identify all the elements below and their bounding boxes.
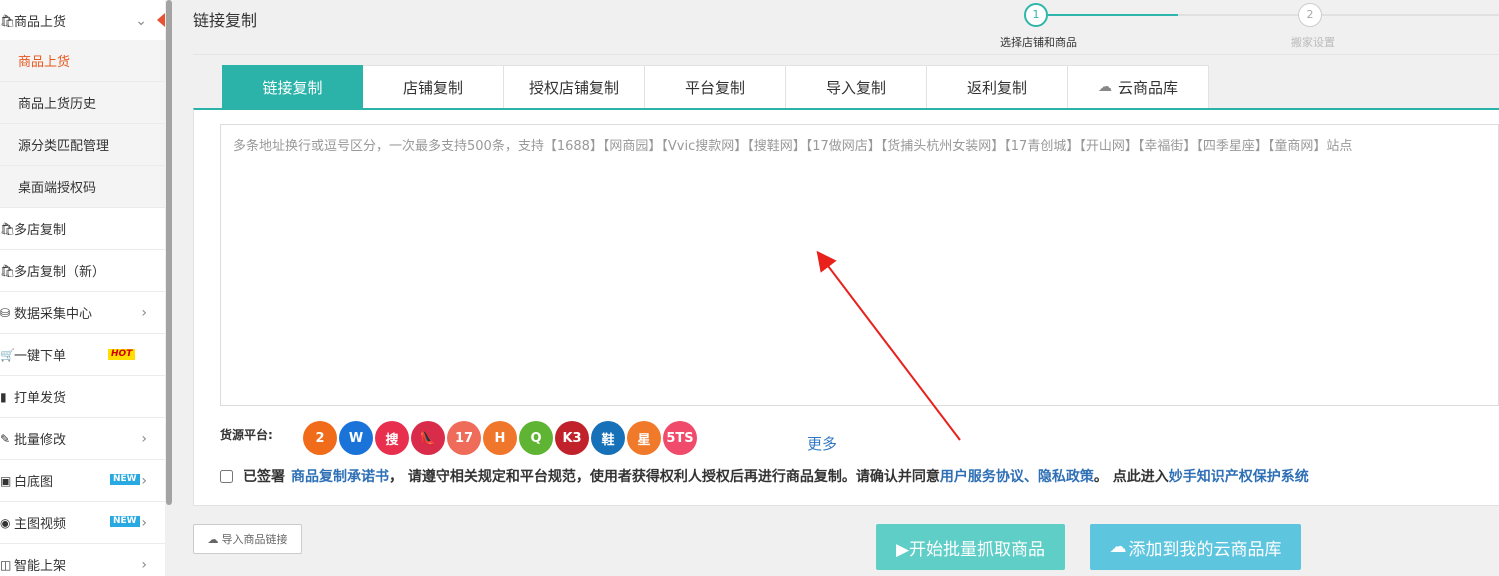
sidebar-item-one-click-order[interactable]: 🛒 一键下单 HOT [0, 334, 165, 376]
chevron-right-icon: › [141, 514, 147, 531]
play-icon: ◉ [0, 515, 11, 530]
agreement-separator: 、 [1023, 469, 1038, 485]
privacy-policy-link[interactable]: 隐私政策 [1038, 466, 1094, 486]
sidebar-item-print-ship[interactable]: ▮ 打单发货 [0, 376, 165, 418]
source-platform-label: 货源平台: [220, 428, 273, 442]
import-links-label: 导入商品链接 [221, 533, 288, 546]
sidebar-subitem-upload[interactable]: 商品上货 [0, 40, 165, 82]
barcode-icon: ▮ [0, 389, 7, 404]
sidebar-item-batch-edit[interactable]: ✎ 批量修改 › [0, 418, 165, 460]
sidebar-item-data-center[interactable]: ⛁ 数据采集中心 › [0, 292, 165, 334]
chevron-down-icon: ⌄ [135, 12, 147, 29]
active-marker [157, 13, 165, 27]
page-title: 链接复制 [193, 11, 258, 30]
source-logo-6[interactable]: Q [519, 421, 553, 455]
chevron-right-icon: › [141, 430, 147, 447]
tab-cloud-library-label: 云商品库 [1117, 78, 1178, 97]
step-2-label: 搬家设置 [1291, 36, 1335, 49]
step-2-circle: 2 [1298, 3, 1322, 27]
agreement-text-1: 已签署 [243, 469, 285, 485]
agreement-text-3: 。 点此进入 [1093, 469, 1169, 485]
source-logo-5[interactable]: H [483, 421, 517, 455]
sidebar-subitem-desktop-auth[interactable]: 桌面端授权码 [0, 166, 165, 208]
user-agreement-link[interactable]: 用户服务协议 [940, 466, 1024, 486]
edit-icon: ✎ [0, 431, 11, 446]
hot-badge: HOT [108, 349, 136, 360]
source-logo-4[interactable]: 17 [447, 421, 481, 455]
step-line-inactive [1322, 14, 1499, 16]
chevron-right-icon: › [141, 304, 147, 321]
source-logo-8[interactable]: 鞋 [591, 421, 625, 455]
tab-import-copy[interactable]: 导入复制 [786, 65, 927, 109]
tab-cloud-library[interactable]: ☁ 云商品库 [1068, 65, 1209, 109]
agreement-checkbox[interactable] [220, 469, 233, 483]
tab-shop-copy[interactable]: 店铺复制 [363, 65, 504, 109]
chevron-right-icon: › [141, 472, 147, 489]
sidebar-item-white-bg[interactable]: ▣ 白底图 NEW › [0, 460, 165, 502]
tab-platform-copy[interactable]: 平台复制 [645, 65, 786, 109]
start-batch-fetch-button[interactable]: ▶开始批量抓取商品 [876, 524, 1065, 570]
step-1-circle: 1 [1024, 3, 1048, 27]
image-icon: ▣ [0, 473, 12, 488]
agreement-text-2: ， 请遵守相关规定和平台规范，使用者获得权利人授权后再进行商品复制。请确认并同意 [389, 469, 940, 485]
copy-mode-tabs: 链接复制 店铺复制 授权店铺复制 平台复制 导入复制 返利复制 ☁ 云商品库 [222, 65, 1209, 109]
ip-protection-link[interactable]: 妙手知识产权保护系统 [1169, 466, 1309, 486]
source-logo-0[interactable]: 2 [303, 421, 337, 455]
sidebar-item-multi-shop-new[interactable]: 🛍 多店复制（新） [0, 250, 165, 292]
new-badge: NEW [110, 474, 140, 485]
source-logo-10[interactable]: 5TS [663, 421, 697, 455]
cloud-icon: ☁ [1097, 79, 1112, 95]
new-badge: NEW [110, 516, 140, 527]
cart-icon: 🛒 [0, 347, 15, 362]
tab-rebate-copy[interactable]: 返利复制 [927, 65, 1068, 109]
agreement-row: 已签署 商品复制承诺书 ， 请遵守相关规定和平台规范，使用者获得权利人授权后再进… [220, 466, 1309, 486]
cloud-upload-icon: ☁ [207, 532, 219, 546]
bag-icon: 🛍 [0, 263, 16, 278]
step-line-active [1048, 14, 1178, 16]
source-logo-7[interactable]: K3 [555, 421, 589, 455]
more-sources-link[interactable]: 更多 [807, 433, 837, 454]
bag-icon: 🛍 [0, 221, 16, 236]
tab-link-copy[interactable]: 链接复制 [222, 65, 363, 109]
link-input-textarea[interactable] [220, 124, 1499, 406]
source-logo-1[interactable]: W [339, 421, 373, 455]
header-divider [193, 54, 1499, 55]
step-line-inactive [1178, 14, 1299, 16]
sidebar-item-multi-shop[interactable]: 🛍 多店复制 [0, 208, 165, 250]
database-icon: ⛁ [0, 305, 11, 320]
step-1-label: 选择店铺和商品 [1000, 36, 1077, 49]
source-logo-2[interactable]: 搜 [375, 421, 409, 455]
source-logo-3[interactable]: 👠 [411, 421, 445, 455]
sidebar-subitem-upload-history[interactable]: 商品上货历史 [0, 82, 165, 124]
commitment-link[interactable]: 商品复制承诺书 [291, 466, 389, 486]
sidebar-item-shangpin-shanghuo[interactable]: 🛍 商品上货 ⌄ [0, 0, 165, 42]
cloud-upload-icon: ☁ [1109, 537, 1127, 557]
sidebar-scrollbar-thumb[interactable] [166, 0, 172, 505]
sidebar-item-main-video[interactable]: ◉ 主图视频 NEW › [0, 502, 165, 544]
chevron-right-icon: › [141, 556, 147, 573]
shelf-icon: ◫ [0, 557, 12, 572]
source-logo-9[interactable]: 星 [627, 421, 661, 455]
add-to-cloud-label: 添加到我的云商品库 [1128, 539, 1282, 560]
sidebar-item-smart-shelf[interactable]: ◫ 智能上架 › [0, 544, 165, 576]
sidebar: 🛍 商品上货 ⌄ 商品上货 商品上货历史 源分类匹配管理 桌面端授权码 🛍 多店… [0, 0, 165, 576]
sidebar-scrollbar[interactable] [165, 0, 173, 576]
sidebar-subitem-category-mapping[interactable]: 源分类匹配管理 [0, 124, 165, 166]
tab-authorized-shop-copy[interactable]: 授权店铺复制 [504, 65, 645, 109]
bag-icon: 🛍 [0, 13, 16, 28]
add-to-cloud-button[interactable]: ☁ 添加到我的云商品库 [1090, 524, 1301, 570]
import-links-button[interactable]: ☁ 导入商品链接 [193, 524, 302, 554]
